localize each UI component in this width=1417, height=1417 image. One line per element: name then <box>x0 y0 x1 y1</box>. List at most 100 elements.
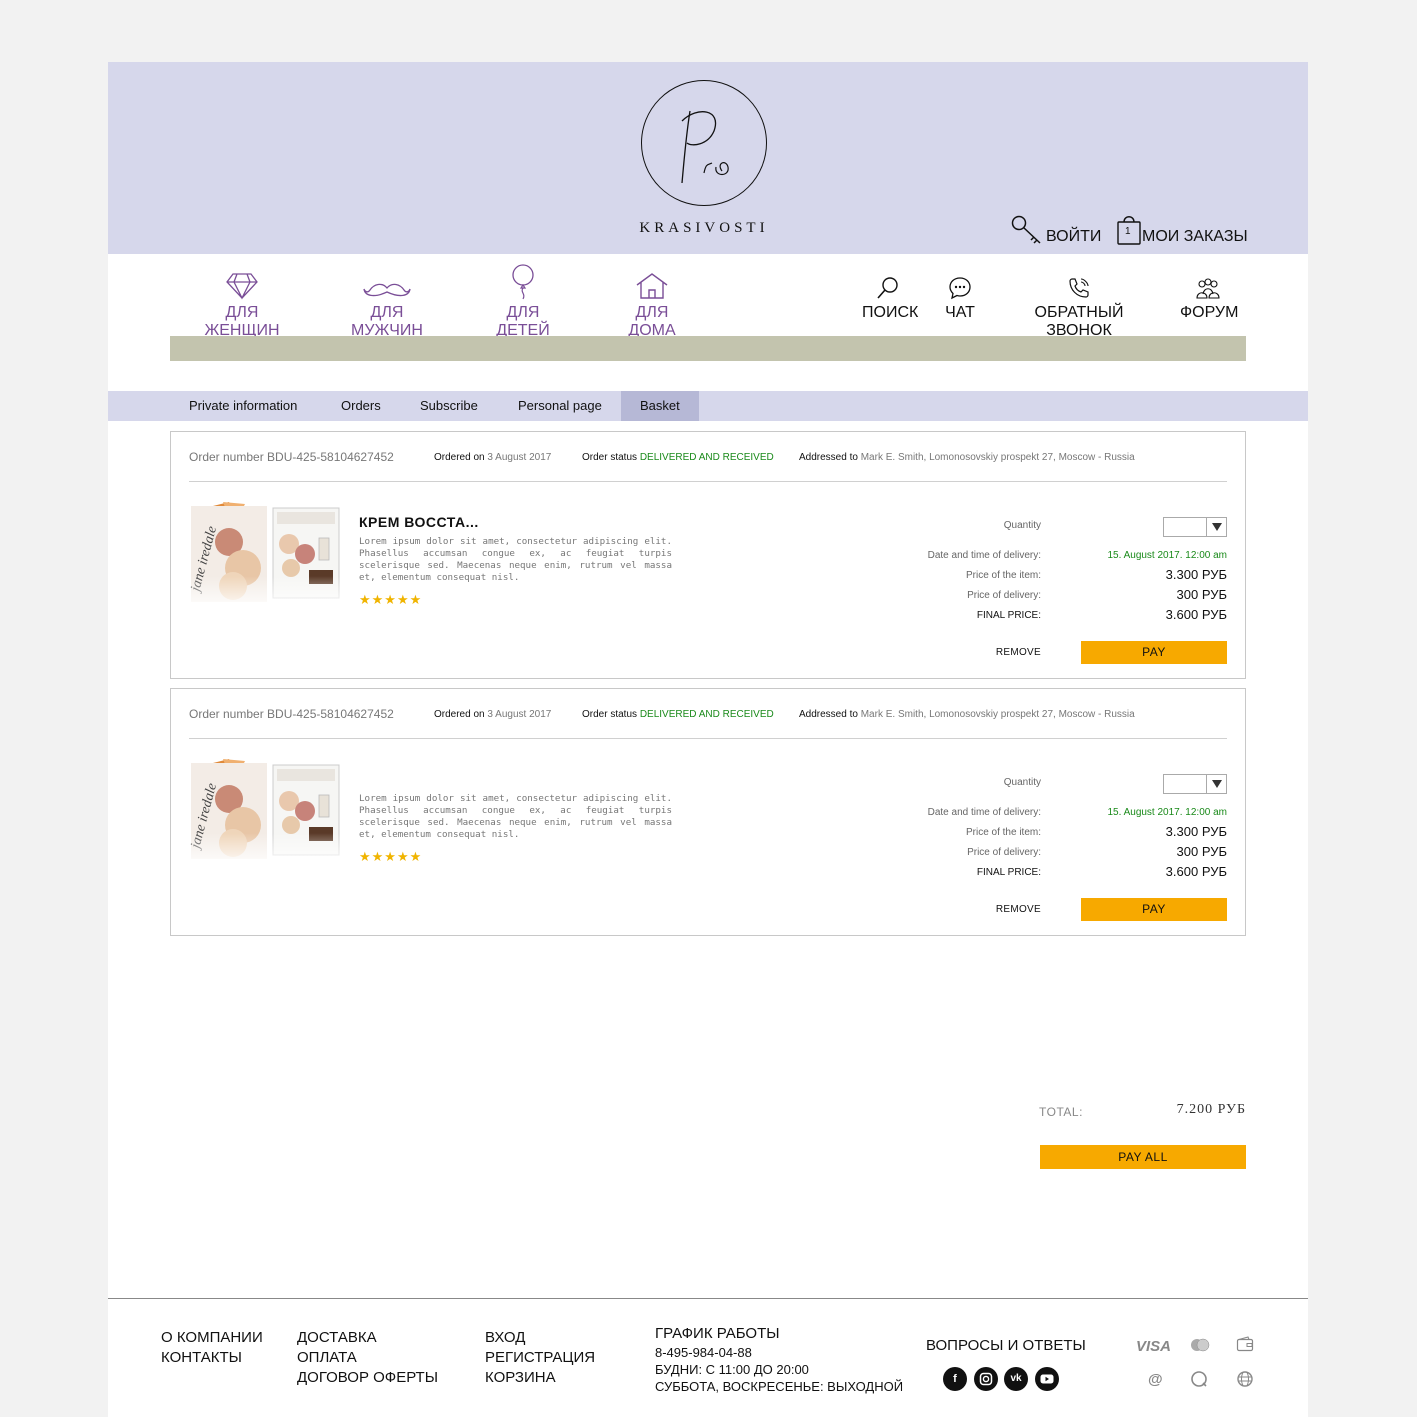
footer-link-register[interactable]: РЕГИСТРАЦИЯ <box>485 1348 595 1368</box>
delivery-price-value: 300 РУБ <box>1176 587 1227 602</box>
nav-search[interactable]: ПОИСК <box>862 270 918 322</box>
webmoney-icon <box>1236 1370 1254 1391</box>
mastercard-icon <box>1190 1338 1210 1355</box>
footer-link-login[interactable]: ВХОД <box>485 1328 595 1348</box>
tab-personal-page[interactable]: Personal page <box>518 391 602 421</box>
footer-link-payment[interactable]: ОПЛАТА <box>297 1348 438 1368</box>
product-rating: ★★★★★ <box>359 849 423 864</box>
nav-kids[interactable]: ДЛЯ ДЕТЕЙ <box>480 264 566 340</box>
diamond-icon <box>226 273 258 300</box>
delivery-date-value: 15. August 2017. 12:00 am <box>1107 807 1227 818</box>
nav-women[interactable]: ДЛЯ ЖЕНЩИН <box>190 266 294 340</box>
delivery-price-label: Price of delivery: <box>967 590 1041 601</box>
pay-button[interactable]: PAY <box>1081 898 1227 921</box>
order-header: Order number BDU-425-58104627452 Ordered… <box>189 450 1227 482</box>
chevron-down-icon <box>1206 775 1226 793</box>
final-price-label: FINAL PRICE: <box>976 610 1041 621</box>
nav-women-label: ДЛЯ ЖЕНЩИН <box>204 304 280 339</box>
addressed-to: Addressed to Mark E. Smith, Lomonosovski… <box>799 709 1135 720</box>
youtube-icon[interactable] <box>1035 1367 1059 1391</box>
delivery-price-label: Price of delivery: <box>967 847 1041 858</box>
qiwi-icon <box>1190 1370 1208 1391</box>
page: KRASIVOSTI ВОЙТИ 1 МОИ ЗАКАЗЫ ДЛЯ ЖЕНЩИН… <box>108 62 1308 1417</box>
quantity-label: Quantity <box>1003 520 1041 531</box>
tab-orders[interactable]: Orders <box>341 391 381 421</box>
tab-private-information[interactable]: Private information <box>189 391 297 421</box>
mail-payment-icon: @ <box>1148 1371 1163 1388</box>
delivery-date-label: Date and time of delivery: <box>927 807 1041 818</box>
nav-callback[interactable]: ОБРАТНЫЙ ЗВОНОК <box>1005 270 1153 340</box>
logo[interactable] <box>641 80 767 206</box>
order-card: Order number BDU-425-58104627452 Ordered… <box>170 431 1246 679</box>
decorative-banner-bar <box>170 336 1246 361</box>
order-status-value: DELIVERED AND RECEIVED <box>639 709 774 720</box>
my-orders-link[interactable]: 1 МОИ ЗАКАЗЫ <box>1116 214 1248 246</box>
chat-icon <box>949 277 971 300</box>
ordered-on-date: 3 August 2017 <box>487 709 552 720</box>
order-status: Order status DELIVERED AND RECEIVED <box>582 709 774 720</box>
ordered-on-date: 3 August 2017 <box>487 452 552 463</box>
delivery-date-label: Date and time of delivery: <box>927 550 1041 561</box>
delivery-date-value: 15. August 2017. 12:00 am <box>1107 550 1227 561</box>
tab-subscribe[interactable]: Subscribe <box>420 391 478 421</box>
nav-men[interactable]: ДЛЯ МУЖЧИН <box>336 266 438 340</box>
order-status: Order status DELIVERED AND RECEIVED <box>582 452 774 463</box>
mustache-icon <box>363 283 411 297</box>
product-image[interactable]: jane iredale <box>188 759 343 865</box>
quantity-select[interactable] <box>1163 517 1227 537</box>
instagram-icon[interactable] <box>974 1367 998 1391</box>
pay-button[interactable]: PAY <box>1081 641 1227 664</box>
nav-chat[interactable]: ЧАТ <box>944 270 976 322</box>
schedule-weekend: СУББОТА, ВОСКРЕСЕНЬЕ: ВЫХОДНОЙ <box>655 1379 904 1394</box>
total-value: 7.200 РУБ <box>1176 1102 1246 1117</box>
tab-basket[interactable]: Basket <box>621 391 699 421</box>
ordered-on-label: Ordered on <box>434 709 485 720</box>
product-title[interactable]: КРЕМ ВОССТА... <box>359 514 479 530</box>
nav-home[interactable]: ДЛЯ ДОМА <box>611 266 693 340</box>
quantity-select[interactable] <box>1163 774 1227 794</box>
item-price-label: Price of the item: <box>965 827 1041 838</box>
ordered-on: Ordered on 3 August 2017 <box>434 709 551 720</box>
order-status-label: Order status <box>582 709 638 720</box>
vk-icon[interactable]: vk <box>1004 1367 1028 1391</box>
footer-link-offer[interactable]: ДОГОВОР ОФЕРТЫ <box>297 1368 438 1388</box>
footer-link-contacts[interactable]: КОНТАКТЫ <box>161 1348 263 1368</box>
order-header: Order number BDU-425-58104627452 Ordered… <box>189 707 1227 739</box>
pay-all-button[interactable]: PAY ALL <box>1040 1145 1246 1169</box>
final-price-value: 3.600 РУБ <box>1165 607 1227 622</box>
schedule-phone: 8-495-984-04-88 <box>655 1345 752 1360</box>
order-status-label: Order status <box>582 452 638 463</box>
remove-button[interactable]: REMOVE <box>996 904 1041 915</box>
work-schedule: ГРАФИК РАБОТЫ 8-495-984-04-88 БУДНИ: С 1… <box>655 1324 903 1395</box>
faq-link[interactable]: ВОПРОСЫ И ОТВЕТЫ <box>926 1337 1086 1354</box>
nav-kids-label: ДЛЯ ДЕТЕЙ <box>496 304 550 339</box>
item-price-label: Price of the item: <box>965 570 1041 581</box>
login-link[interactable]: ВОЙТИ <box>1010 214 1101 246</box>
footer-link-delivery[interactable]: ДОСТАВКА <box>297 1328 438 1348</box>
facebook-icon[interactable]: f <box>943 1367 967 1391</box>
footer-col-info: ДОСТАВКА ОПЛАТА ДОГОВОР ОФЕРТЫ <box>297 1328 438 1388</box>
final-price-label: FINAL PRICE: <box>976 867 1041 878</box>
footer-link-cart[interactable]: КОРЗИНА <box>485 1368 595 1388</box>
site-header: KRASIVOSTI ВОЙТИ 1 МОИ ЗАКАЗЫ <box>108 62 1308 254</box>
remove-button[interactable]: REMOVE <box>996 647 1041 658</box>
ordered-on-label: Ordered on <box>434 452 485 463</box>
footer-link-about[interactable]: О КОМПАНИИ <box>161 1328 263 1348</box>
product-rating: ★★★★★ <box>359 592 423 607</box>
ordered-on: Ordered on 3 August 2017 <box>434 452 551 463</box>
product-image[interactable]: jane iredale <box>188 502 343 608</box>
schedule-weekdays: БУДНИ: С 11:00 ДО 20:00 <box>655 1362 809 1377</box>
product-description: Lorem ipsum dolor sit amet, consectetur … <box>359 793 672 840</box>
total-label: TOTAL: <box>1039 1105 1083 1119</box>
footer-col-account: ВХОД РЕГИСТРАЦИЯ КОРЗИНА <box>485 1328 595 1388</box>
nav-home-label: ДЛЯ ДОМА <box>628 304 676 339</box>
addressed-to-label: Addressed to <box>799 709 858 720</box>
order-card: Order number BDU-425-58104627452 Ordered… <box>170 688 1246 936</box>
key-icon <box>1011 215 1041 244</box>
wallet-icon <box>1236 1336 1254 1355</box>
product-description: Lorem ipsum dolor sit amet, consectetur … <box>359 536 672 583</box>
addressed-to: Addressed to Mark E. Smith, Lomonosovski… <box>799 452 1135 463</box>
nav-chat-label: ЧАТ <box>945 304 975 321</box>
people-icon <box>1196 278 1220 299</box>
nav-forum[interactable]: ФОРУМ <box>1180 270 1238 322</box>
